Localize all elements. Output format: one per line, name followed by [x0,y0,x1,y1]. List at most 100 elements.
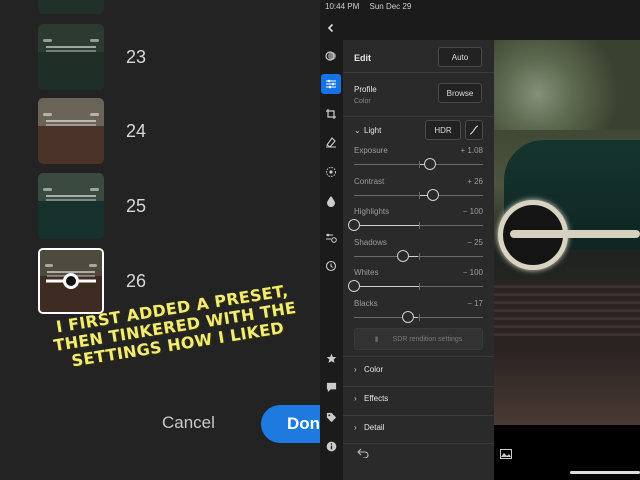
preset-number: 26 [126,270,147,291]
slider-track[interactable] [354,189,483,201]
chevron-right-icon: › [354,365,357,374]
slider-knob[interactable] [397,250,410,262]
slider-track[interactable] [348,280,483,292]
preset-thumbnail[interactable] [38,173,104,239]
slider-value[interactable]: − 25 [467,238,483,247]
thumbnail-lamps [43,112,99,117]
section-label: Effects [364,394,389,403]
preset-item[interactable] [38,0,228,14]
photo-preview[interactable] [494,40,640,425]
thumbnail-grille [45,195,97,202]
chevron-down-icon: ⌄ [354,126,361,135]
info-icon[interactable] [320,436,342,456]
slider-value[interactable]: + 1.08 [461,146,483,155]
home-indicator [570,471,640,474]
tool-rail [320,14,342,480]
slider-value[interactable]: − 100 [463,207,483,216]
undo-icon[interactable] [357,448,369,460]
presets-icon[interactable] [320,46,342,66]
slider-label: Exposure [354,146,388,155]
chevron-right-icon: › [354,394,357,403]
tone-curve-button[interactable] [465,120,483,140]
slider-track[interactable] [354,250,483,262]
divider [343,72,494,73]
preset-thumbnail[interactable] [38,24,104,90]
profile-value: Color [354,98,371,105]
photo-grille [494,280,640,340]
edit-sliders-icon[interactable] [321,74,341,94]
slider-label: Shadows [354,238,387,247]
compare-icon[interactable] [500,449,512,459]
divider [343,116,494,117]
versions-icon[interactable] [320,227,342,247]
mask-icon[interactable] [320,162,342,182]
slider-knob[interactable] [424,158,437,170]
sdr-rendition-label: SDR rendition settings [392,335,463,343]
slider-track[interactable] [348,219,483,231]
tone-curve-icon [469,125,479,135]
heal-icon[interactable] [320,132,342,152]
profile-label: Profile [354,85,377,94]
edit-title: Edit [354,53,371,63]
section-color-toggle[interactable]: › Color [354,365,383,374]
thumbnail-body [38,125,104,164]
photo-light-bar [510,230,640,238]
slider-knob[interactable] [402,311,415,323]
preset-number: 24 [126,120,147,141]
preset-thumbnail[interactable] [38,0,104,14]
status-bar: 10:44 PM Sun Dec 29 [325,2,419,11]
preset-thumbnail-selected[interactable] [38,248,104,314]
slider-label: Contrast [354,177,385,186]
sdr-rendition-button[interactable]: ▮ SDR rendition settings [354,328,483,350]
thumbnail-grille [45,46,97,53]
preset-thumbnail[interactable] [38,98,104,164]
selected-knob-icon [63,273,79,289]
preset-item[interactable]: 24 [38,98,228,164]
browse-button[interactable]: Browse [438,83,482,103]
preset-item[interactable]: 23 [38,24,228,90]
thumbnail-grille [45,120,97,127]
slider-value[interactable]: − 17 [467,299,483,308]
light-section-toggle[interactable]: ⌄ Light [354,126,381,135]
chevron-right-icon: › [354,423,357,432]
divider [343,386,494,387]
thumbnail-body [38,51,104,90]
done-button[interactable]: Done [261,405,320,443]
slider-label: Blacks [354,299,378,308]
preset-number: 23 [126,46,147,67]
status-date: Sun Dec 29 [369,2,412,11]
preset-number: 25 [126,195,147,216]
comment-icon[interactable] [320,377,342,397]
back-chevron-icon[interactable] [320,18,342,38]
divider [343,443,494,444]
tag-icon[interactable] [320,407,342,427]
hdr-button[interactable]: HDR [425,120,461,140]
divider [343,415,494,416]
preset-item[interactable]: 25 [38,173,228,239]
optics-icon[interactable] [320,191,342,211]
thumbnail-lamps [43,38,99,43]
section-label: Detail [364,423,385,432]
edit-panel: Edit Auto Profile Color Browse ⌄ Light HD… [343,40,494,480]
slider-track[interactable] [354,311,483,323]
slider-value[interactable]: + 26 [467,177,483,186]
slider-knob[interactable] [348,219,360,231]
slider-knob[interactable] [348,280,360,292]
cancel-button[interactable]: Cancel [162,413,215,433]
section-detail-toggle[interactable]: › Detail [354,423,384,432]
divider [343,356,494,357]
slider-knob[interactable] [426,189,439,201]
sdr-chart-icon: ▮ [374,336,379,343]
auto-button[interactable]: Auto [438,47,482,67]
history-icon[interactable] [320,256,342,276]
section-effects-toggle[interactable]: › Effects [354,394,388,403]
thumbnail-lamps [43,187,99,192]
star-icon[interactable] [320,348,342,368]
preset-picker-panel: 23 24 25 26 I first added a preset, then ti… [0,0,320,480]
thumbnail-body [38,200,104,239]
slider-label: Highlights [354,207,390,216]
slider-value[interactable]: − 100 [463,268,483,277]
crop-icon[interactable] [320,104,342,124]
slider-track[interactable] [354,158,483,170]
light-section-label: Light [364,126,382,135]
